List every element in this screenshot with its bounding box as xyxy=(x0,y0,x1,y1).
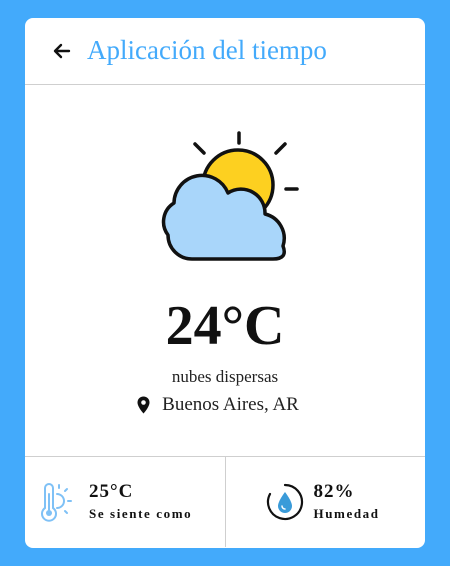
arrow-left-icon xyxy=(53,43,71,59)
feels-like-value: 25°C xyxy=(89,481,134,503)
app-title: Aplicación del tiempo xyxy=(87,34,327,65)
thermometer-sun-icon xyxy=(39,482,77,522)
humidity-drop-icon xyxy=(266,483,304,521)
app-header: Aplicación del tiempo xyxy=(25,18,425,85)
humidity-stat: 82% Humedad xyxy=(224,457,426,547)
location: Buenos Aires, AR xyxy=(25,394,425,416)
feels-like-label: Se siente como xyxy=(89,505,193,521)
temperature: 24°C xyxy=(165,295,285,357)
location-label: Buenos Aires, AR xyxy=(162,394,299,415)
current-weather: 24°C nubes dispersas Buenos Aires, AR xyxy=(25,85,425,457)
weather-details: 25°C Se siente como 82% Humedad xyxy=(25,457,425,547)
feels-like-stat: 25°C Se siente como xyxy=(25,457,225,547)
humidity-value: 82% xyxy=(313,481,355,503)
partly-cloudy-icon xyxy=(161,131,299,261)
weather-description: nubes dispersas xyxy=(171,367,279,386)
weather-card: Aplicación del tiempo 24°C nubes dispers… xyxy=(25,18,425,548)
back-button[interactable] xyxy=(51,40,73,62)
map-pin-icon xyxy=(137,396,150,414)
humidity-label: Humedad xyxy=(313,505,380,521)
